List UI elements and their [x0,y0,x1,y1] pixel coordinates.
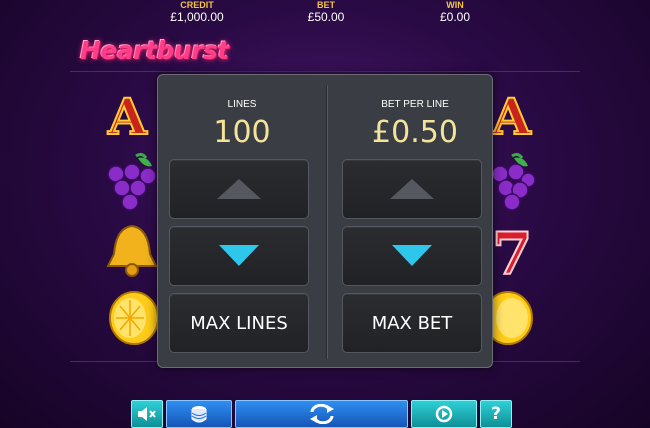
lemon-symbol-icon [102,286,164,348]
credit-label: CREDIT [180,0,214,10]
bet-value: £50.00 [307,10,345,24]
panel-divider [326,85,328,359]
reel-top-border [70,71,580,72]
bell-symbol-icon [102,218,164,280]
mute-button[interactable] [131,400,163,428]
bottom-control-bar: ? [0,400,650,428]
mute-icon [138,407,156,421]
spin-icon [309,404,334,424]
lines-column: LINES 100 MAX LINES [158,75,326,369]
lines-increase-button[interactable] [169,159,309,219]
svg-text:A: A [107,90,148,140]
max-lines-button[interactable]: MAX LINES [169,293,309,353]
bet-per-line-column: BET PER LINE £0.50 MAX BET [331,75,499,369]
credit-value: £1,000.00 [170,10,224,24]
bet-increase-button[interactable] [342,159,482,219]
autoplay-button[interactable] [411,400,477,428]
win-display: WIN £0.00 [395,0,515,24]
coins-icon [191,406,207,423]
bet-label: BET [317,0,335,10]
lines-decrease-button[interactable] [169,226,309,286]
help-button[interactable]: ? [480,400,512,428]
arrow-up-icon [390,179,434,199]
credit-display: CREDIT £1,000.00 [137,0,257,24]
reel-left: A [102,80,164,360]
arrow-up-icon [217,179,261,199]
bet-settings-panel: LINES 100 MAX LINES BET PER LINE £0.50 M… [157,74,493,368]
ace-symbol-icon: A [102,84,164,146]
max-bet-button[interactable]: MAX BET [342,293,482,353]
spin-button[interactable] [235,400,408,428]
arrow-down-icon [392,245,432,266]
lines-label: LINES [227,99,257,110]
top-hud: CREDIT £1,000.00 BET £50.00 WIN £0.00 [0,0,650,26]
grapes-symbol-icon [102,150,164,212]
win-value: £0.00 [439,10,471,24]
bet-decrease-button[interactable] [342,226,482,286]
win-label: WIN [446,0,464,10]
bet-per-line-value: £0.50 [372,115,458,150]
bet-settings-button[interactable] [166,400,232,428]
autoplay-icon [435,405,453,423]
arrow-down-icon [219,245,259,266]
help-icon: ? [491,404,501,424]
bet-display: BET £50.00 [266,0,386,24]
bet-per-line-label: BET PER LINE [381,99,449,110]
game-logo: Heartburst [80,36,229,65]
lines-value: 100 [213,115,271,150]
